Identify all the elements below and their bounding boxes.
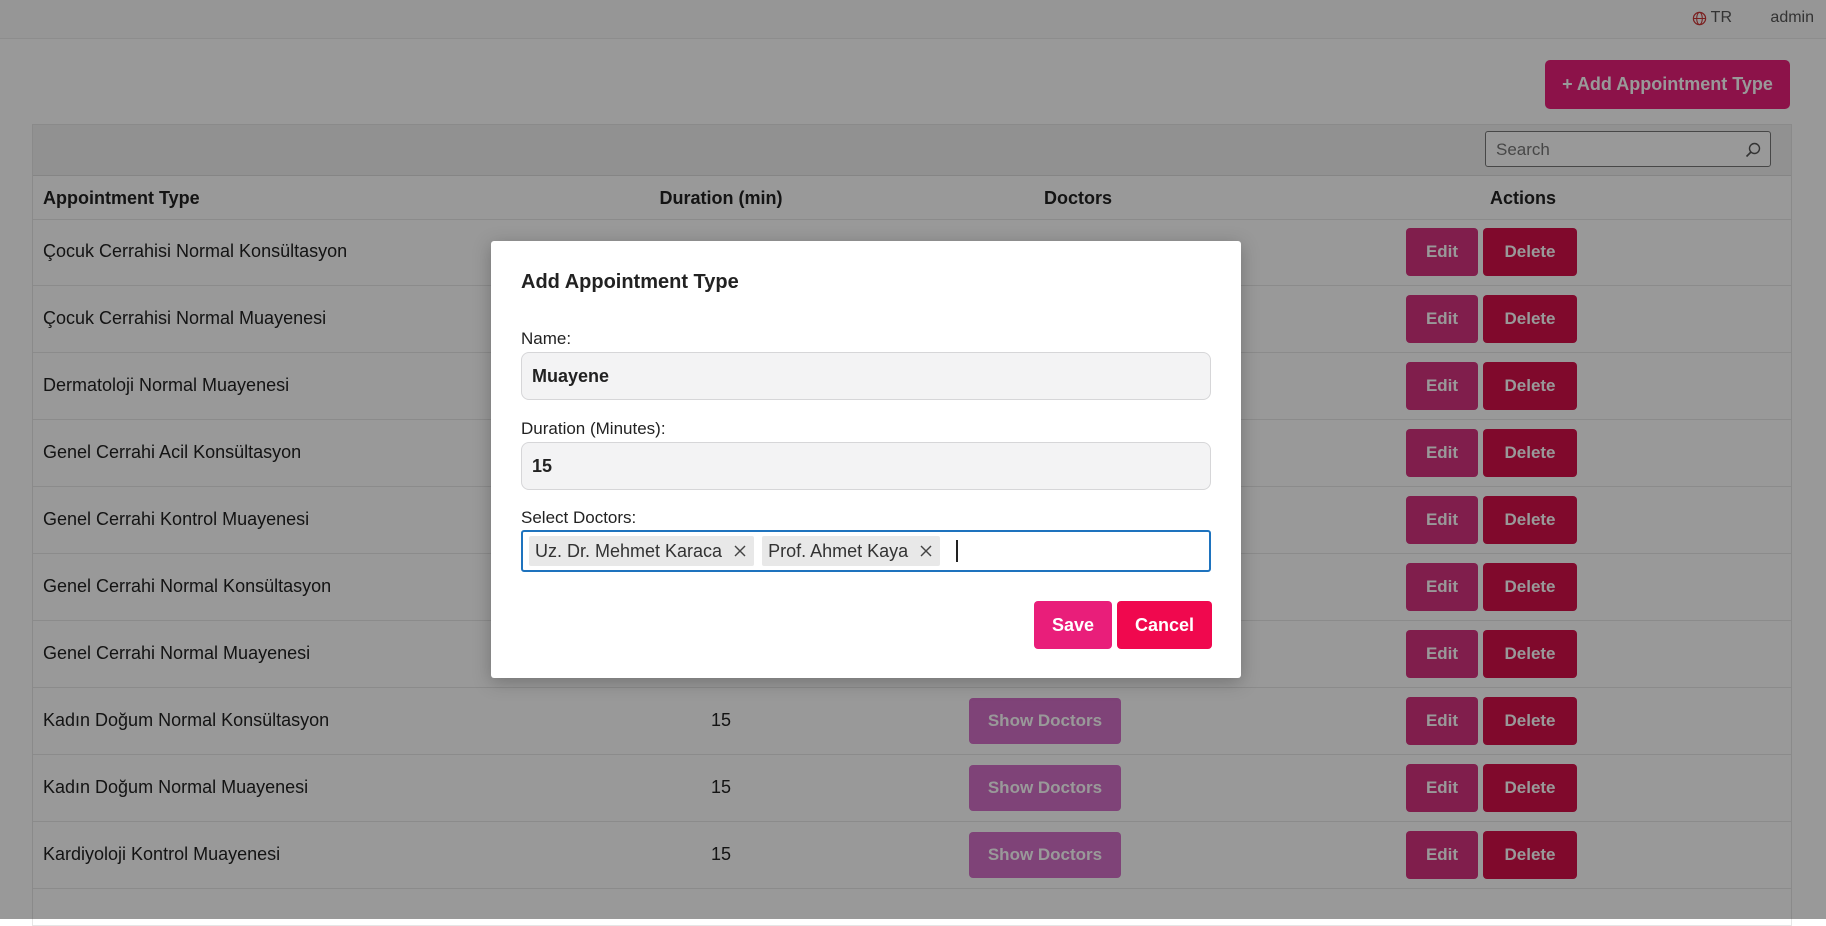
duration-label: Duration (Minutes): (521, 419, 666, 438)
selected-doctor-name: Uz. Dr. Mehmet Karaca (535, 540, 723, 561)
doctors-multiselect[interactable]: Uz. Dr. Mehmet Karaca Prof. Ahmet Kaya (521, 530, 1211, 572)
selected-doctor-tag: Uz. Dr. Mehmet Karaca (529, 536, 755, 566)
dialog-title: Add Appointment Type (521, 271, 739, 293)
duration-input[interactable] (521, 442, 1211, 490)
text-caret (956, 540, 958, 562)
selected-doctor-tag: Prof. Ahmet Kaya (762, 536, 941, 566)
add-appointment-type-dialog: Add Appointment Type Name: Duration (Min… (491, 241, 1241, 678)
select-doctors-label: Select Doctors: (521, 508, 637, 527)
cancel-button[interactable]: Cancel (1117, 601, 1212, 649)
save-button[interactable]: Save (1034, 601, 1112, 649)
close-icon[interactable] (732, 543, 748, 559)
close-icon[interactable] (918, 543, 934, 559)
name-input[interactable] (521, 352, 1211, 400)
selected-doctor-name: Prof. Ahmet Kaya (768, 540, 909, 561)
name-label: Name: (521, 329, 572, 348)
